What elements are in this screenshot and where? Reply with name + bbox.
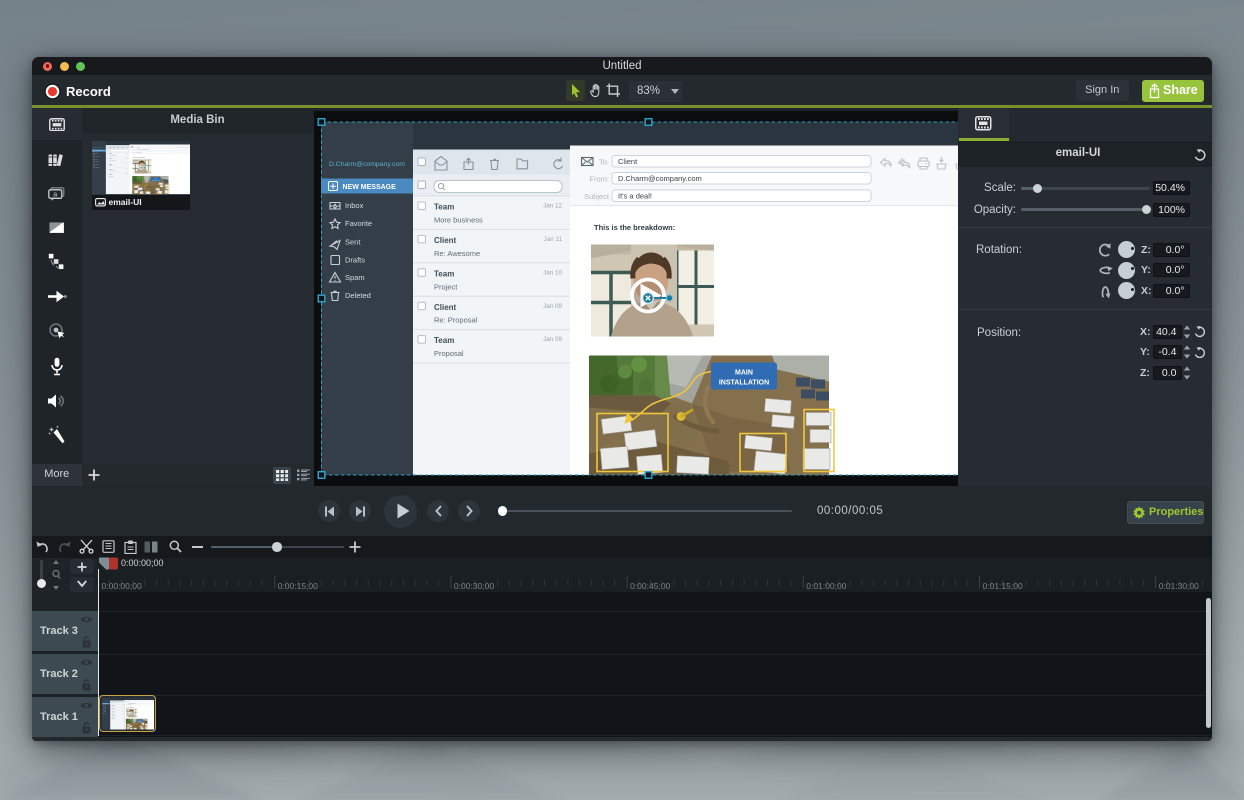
- svg-text:0:00:30;00: 0:00:30;00: [453, 581, 493, 591]
- svg-text:0:01:15;00: 0:01:15;00: [982, 581, 1022, 591]
- svg-text:0:00:15;00: 0:00:15;00: [277, 581, 317, 591]
- svg-text:0:00:45;00: 0:00:45;00: [630, 581, 670, 591]
- svg-text:0:00:00;00: 0:00:00;00: [101, 581, 141, 591]
- svg-text:a: a: [53, 192, 57, 199]
- svg-text:0:01:00;00: 0:01:00;00: [806, 581, 846, 591]
- svg-text:0:01:30;00: 0:01:30;00: [1158, 581, 1198, 591]
